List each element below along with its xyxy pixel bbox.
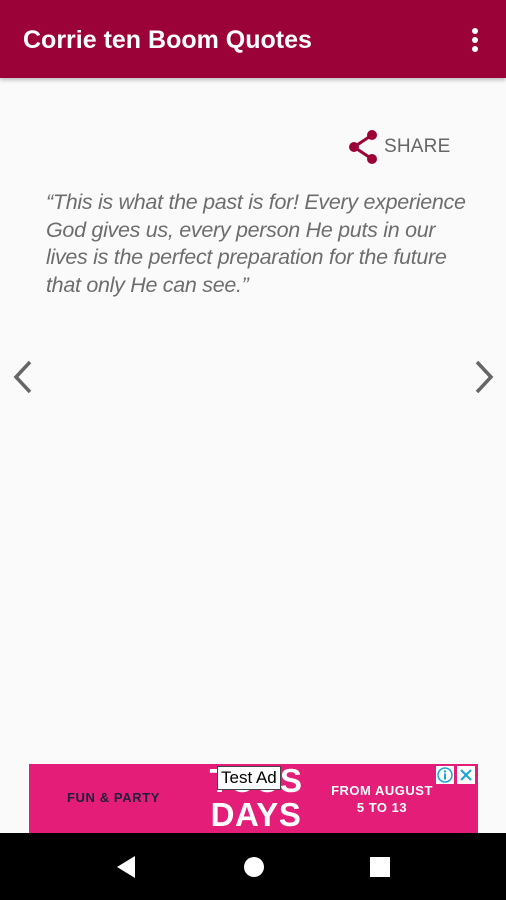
ad-close-button[interactable] bbox=[457, 766, 475, 784]
ad-headline-line2: DAYS bbox=[210, 796, 302, 833]
ad-date-text: FROM AUGUST 5 TO 13 bbox=[327, 782, 437, 816]
home-circle-icon bbox=[244, 857, 264, 877]
system-home-button[interactable] bbox=[240, 853, 268, 881]
more-vert-icon bbox=[472, 28, 478, 52]
ad-info-button[interactable] bbox=[436, 766, 454, 784]
app-title: Corrie ten Boom Quotes bbox=[23, 26, 312, 54]
ad-date-line2: 5 TO 13 bbox=[356, 800, 408, 815]
app-bar: Corrie ten Boom Quotes bbox=[0, 0, 506, 78]
recents-square-icon bbox=[370, 857, 390, 877]
ad-date-line1: FROM AUGUST bbox=[331, 783, 433, 798]
overflow-menu-button[interactable] bbox=[462, 26, 488, 54]
chevron-left-icon bbox=[13, 360, 32, 394]
test-ad-label: Test Ad bbox=[217, 766, 281, 790]
system-recents-button[interactable] bbox=[366, 853, 394, 881]
ad-left-text: FUN & PARTY bbox=[67, 790, 161, 805]
system-navigation-bar bbox=[0, 833, 506, 900]
back-triangle-icon bbox=[117, 856, 135, 878]
next-quote-button[interactable] bbox=[471, 359, 497, 395]
info-icon bbox=[436, 766, 454, 784]
quote-text: “This is what the past is for! Every exp… bbox=[46, 190, 466, 297]
previous-quote-button[interactable] bbox=[10, 359, 36, 395]
ad-banner[interactable]: FUN & PARTY TOUS DAYS FROM AUGUST 5 TO 1… bbox=[29, 764, 478, 833]
share-label: SHARE bbox=[384, 136, 451, 157]
close-icon bbox=[457, 766, 475, 784]
share-icon bbox=[349, 130, 377, 164]
share-button[interactable]: SHARE bbox=[346, 128, 450, 166]
system-back-button[interactable] bbox=[113, 853, 141, 881]
chevron-right-icon bbox=[475, 360, 494, 394]
